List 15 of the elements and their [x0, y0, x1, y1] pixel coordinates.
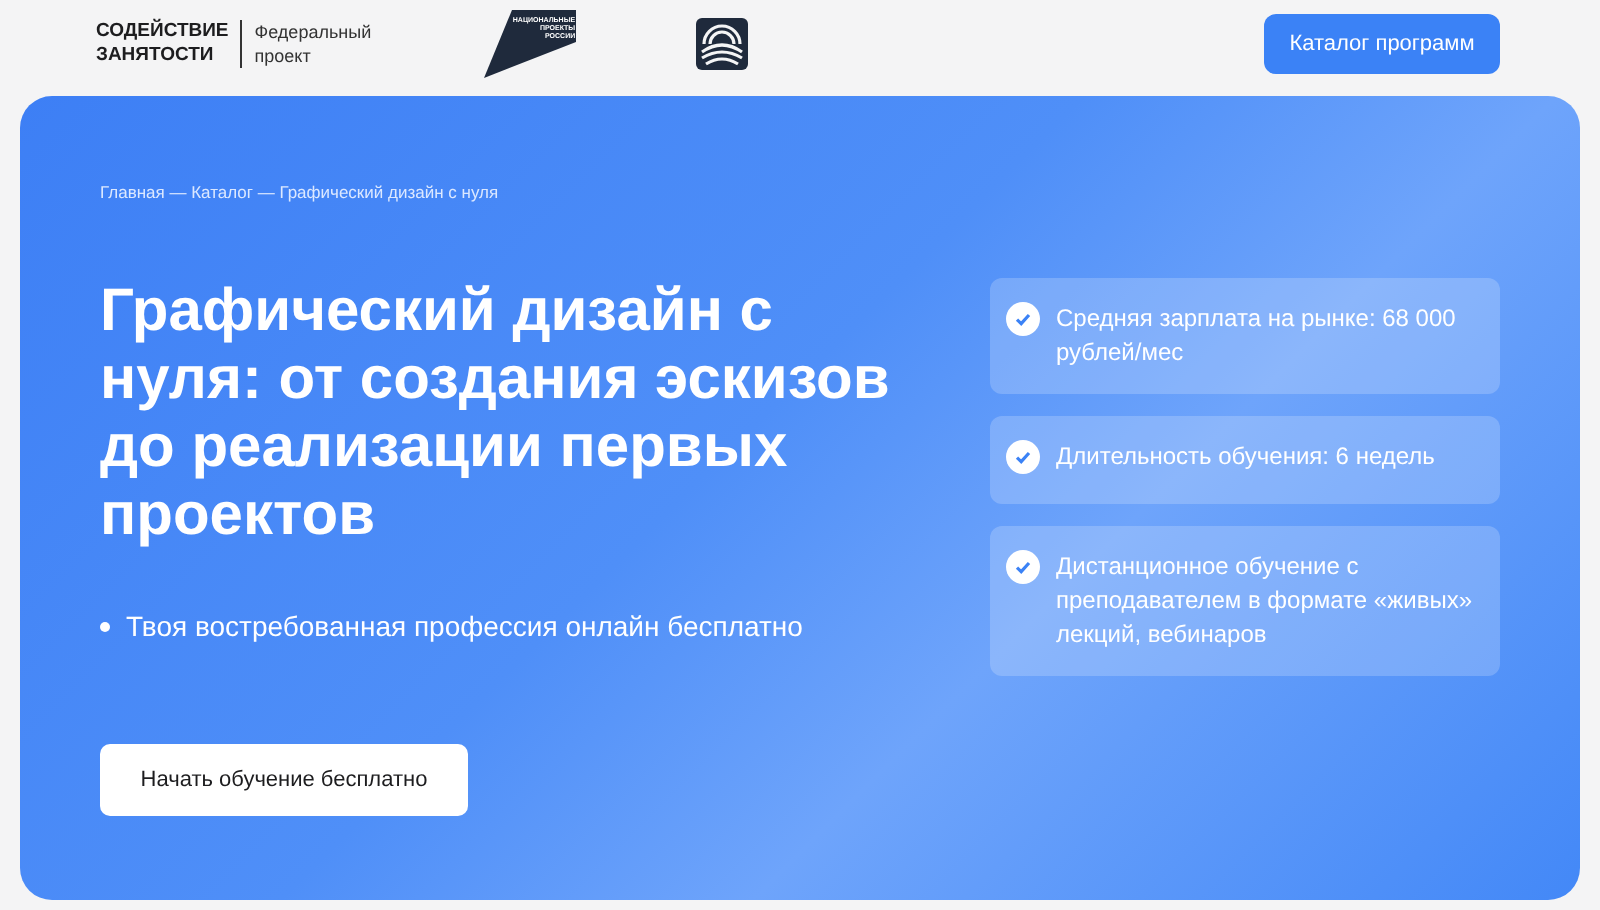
bullet-icon	[100, 622, 110, 632]
check-icon	[1006, 302, 1040, 336]
feature-text: Длительность обучения: 6 недель	[1056, 440, 1435, 474]
arc-emblem-icon	[695, 18, 748, 70]
feature-text: Дистанционное обучение с преподавателем в формате «живых» лекций, вебинаров	[1056, 550, 1475, 652]
logo-title: СОДЕЙСТВИЕ ЗАНЯТОСТИ	[96, 20, 243, 68]
logo-subtitle: Федеральный проект	[254, 20, 372, 68]
catalog-button[interactable]: Каталог программ	[1264, 14, 1500, 74]
check-icon	[1006, 550, 1040, 584]
breadcrumbs: Главная — Каталог — Графический дизайн с нуля	[100, 182, 501, 202]
start-button[interactable]: Начать обучение бесплатно	[100, 744, 468, 816]
bullet-text: Твоя востребованная профессия онлайн бесплатно	[126, 610, 803, 644]
feature-text: Средняя зарплата на рынке: 68 000 рублей/мес	[1056, 302, 1458, 370]
page-title: Графический дизайн с нуля: от создания эскизов до реализации первых проектов	[100, 278, 892, 550]
check-icon	[1006, 440, 1040, 474]
